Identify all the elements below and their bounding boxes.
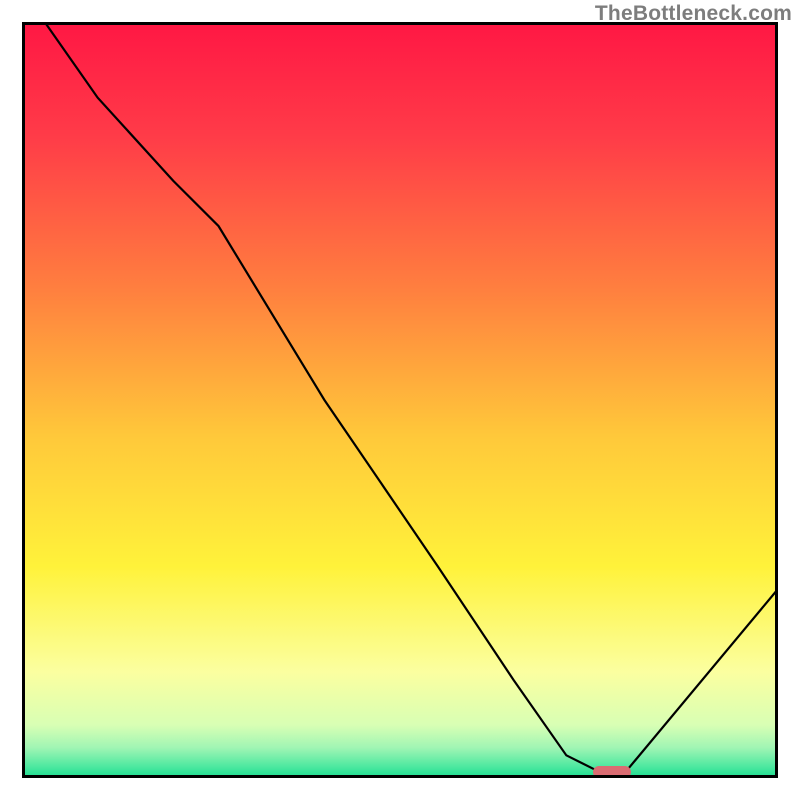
chart-container: TheBottleneck.com xyxy=(0,0,800,800)
optimal-marker xyxy=(593,766,631,778)
plot-area xyxy=(22,22,778,778)
bottleneck-curve xyxy=(22,22,778,778)
watermark-text: TheBottleneck.com xyxy=(595,2,792,26)
